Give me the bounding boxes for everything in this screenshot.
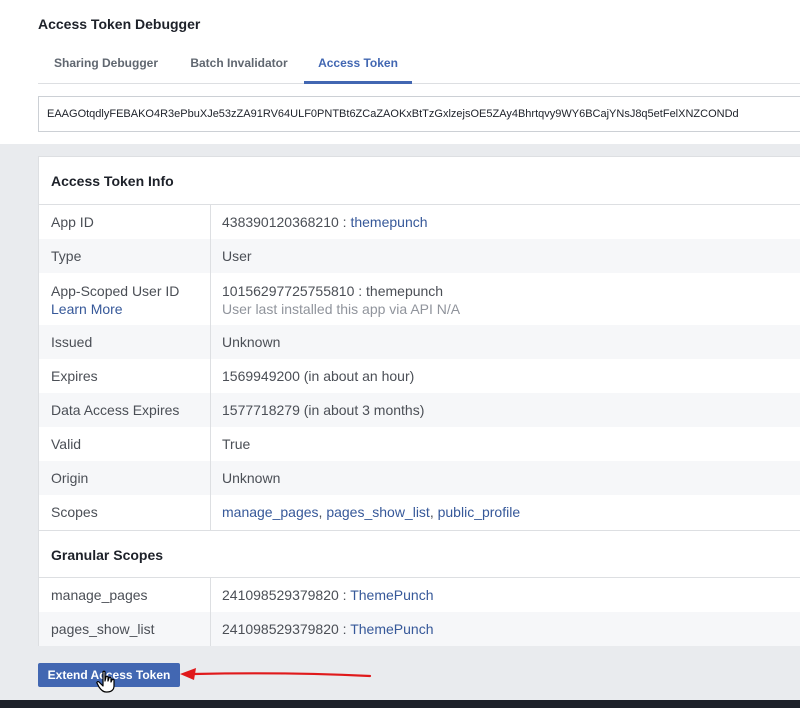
hand-cursor-icon <box>96 670 115 693</box>
scope-link-public-profile[interactable]: public_profile <box>438 504 521 520</box>
row-value: 1569949200 (in about an hour) <box>222 368 415 384</box>
row-label: Data Access Expires <box>51 402 180 418</box>
access-token-info-header: Access Token Info <box>39 157 800 205</box>
info-row-data-access-expires: Data Access Expires 1577718279 (in about… <box>39 393 800 427</box>
column-divider <box>210 461 211 495</box>
row-label: App-Scoped User ID Learn More <box>51 283 180 317</box>
value-separator: : <box>338 214 351 230</box>
value-separator: : <box>338 621 351 637</box>
access-token-input[interactable]: EAAGOtqdlyFEBAKO4R3ePbuXJe53zZA91RV64ULF… <box>38 96 800 132</box>
info-row-expires: Expires 1569949200 (in about an hour) <box>39 359 800 393</box>
page-title: Access Token Debugger <box>38 16 201 32</box>
row-label: Valid <box>51 436 82 452</box>
install-info: User last installed this app via API N/A <box>222 301 461 317</box>
row-value: 241098529379820 : ThemePunch <box>222 612 434 646</box>
info-row-app-id: App ID 438390120368210 : themepunch <box>39 205 800 239</box>
app-id-number: 438390120368210 <box>222 214 339 230</box>
granular-scopes-header: Granular Scopes <box>39 530 800 578</box>
page-id-number: 241098529379820 <box>222 621 339 637</box>
row-label: Type <box>51 248 82 264</box>
row-value: 241098529379820 : ThemePunch <box>222 578 434 612</box>
info-row-valid: Valid True <box>39 427 800 461</box>
info-row-type: Type User <box>39 239 800 273</box>
page-name-link[interactable]: ThemePunch <box>350 621 433 637</box>
access-token-info-card: Access Token Info App ID 438390120368210… <box>38 156 800 646</box>
row-label: Origin <box>51 470 89 486</box>
annotation-arrow-icon <box>180 668 372 680</box>
row-label: manage_pages <box>51 587 148 603</box>
row-label: Issued <box>51 334 93 350</box>
column-divider <box>210 612 211 646</box>
column-divider <box>210 495 211 530</box>
row-value: 10156297725755810 : themepunch User last … <box>222 282 460 318</box>
granular-row-pages-show-list: pages_show_list 241098529379820 : ThemeP… <box>39 612 800 646</box>
scopes-list: manage_pages, pages_show_list, public_pr… <box>222 504 521 520</box>
tab-access-token[interactable]: Access Token <box>304 44 412 84</box>
row-value: True <box>222 436 251 452</box>
row-label: Scopes <box>51 504 98 520</box>
column-divider <box>210 325 211 359</box>
page-name-link[interactable]: ThemePunch <box>350 587 433 603</box>
column-divider <box>210 359 211 393</box>
row-value: Unknown <box>222 470 281 486</box>
column-divider <box>210 578 211 612</box>
column-divider <box>210 239 211 273</box>
column-divider <box>210 205 211 239</box>
granular-row-manage-pages: manage_pages 241098529379820 : ThemePunc… <box>39 578 800 612</box>
tab-batch-invalidator[interactable]: Batch Invalidator <box>189 44 289 84</box>
footer-bar <box>0 700 800 708</box>
info-row-issued: Issued Unknown <box>39 325 800 359</box>
app-name-link[interactable]: themepunch <box>350 214 427 230</box>
column-divider <box>210 427 211 461</box>
learn-more-link[interactable]: Learn More <box>51 301 123 317</box>
row-value: 1577718279 (in about 3 months) <box>222 402 425 418</box>
info-row-app-scoped-user-id: App-Scoped User ID Learn More 10156297725… <box>39 273 800 325</box>
row-label: pages_show_list <box>51 621 155 637</box>
scope-link-manage-pages[interactable]: manage_pages <box>222 504 319 520</box>
column-divider <box>210 273 211 325</box>
top-panel: Access Token Debugger Sharing Debugger B… <box>0 0 800 144</box>
type-link[interactable]: User <box>222 239 252 273</box>
scope-link-pages-show-list[interactable]: pages_show_list <box>326 504 430 520</box>
column-divider <box>210 393 211 427</box>
tab-sharing-debugger[interactable]: Sharing Debugger <box>54 44 158 84</box>
page-id-number: 241098529379820 <box>222 587 339 603</box>
row-label: Expires <box>51 368 98 384</box>
info-row-origin: Origin Unknown <box>39 461 800 495</box>
info-row-scopes: Scopes manage_pages, pages_show_list, pu… <box>39 495 800 530</box>
row-value: Unknown <box>222 334 281 350</box>
row-value: 438390120368210 : themepunch <box>222 205 428 239</box>
user-id-value: 10156297725755810 : themepunch <box>222 283 444 299</box>
value-separator: : <box>338 587 351 603</box>
debugger-tabs: Sharing Debugger Batch Invalidator Acces… <box>38 44 800 84</box>
row-label: App ID <box>51 214 94 230</box>
